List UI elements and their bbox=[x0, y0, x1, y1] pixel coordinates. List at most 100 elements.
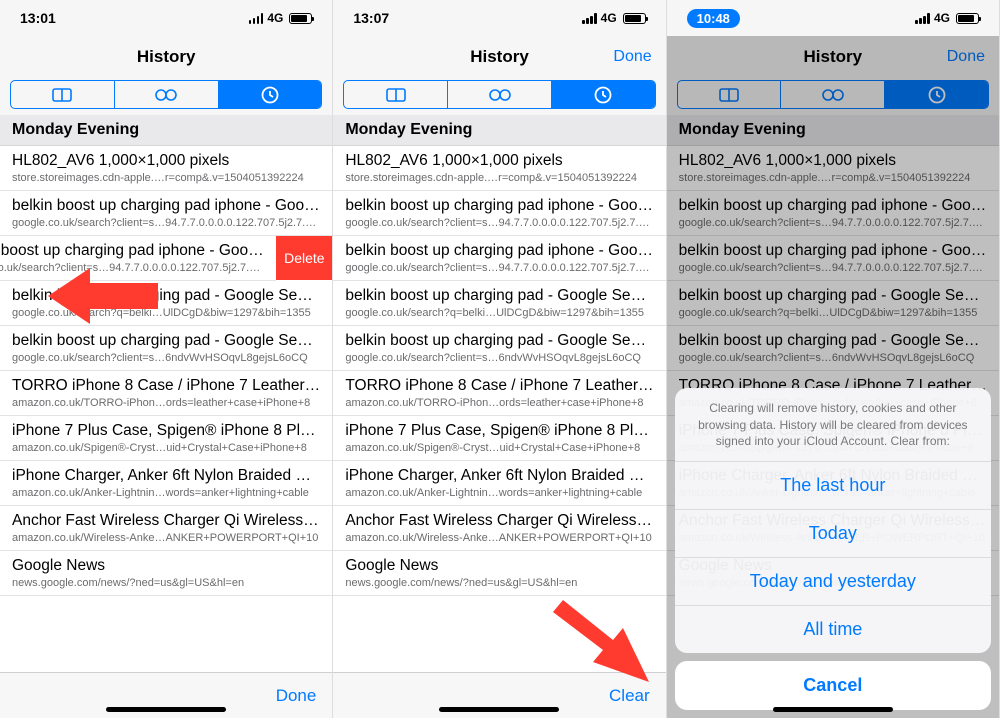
history-row[interactable]: Google Newsnews.google.com/news/?ned=us&… bbox=[333, 551, 665, 596]
history-row[interactable]: belkin boost up charging pad iphone - Go… bbox=[667, 191, 999, 236]
history-row[interactable]: belkin boost up charging pad - Google Se… bbox=[667, 326, 999, 371]
history-row-title: iPhone 7 Plus Case, Spigen® iPhone 8 Plu… bbox=[12, 422, 320, 440]
bookmarks-tab[interactable] bbox=[344, 81, 448, 108]
done-button[interactable]: Done bbox=[276, 686, 317, 706]
section-header: Monday Evening bbox=[0, 115, 332, 146]
history-row[interactable]: belkin boost up charging pad - Google Se… bbox=[333, 281, 665, 326]
delete-button[interactable]: Delete bbox=[276, 236, 332, 280]
history-row-url: amazon.co.uk/Spigen®-Cryst…uid+Crystal+C… bbox=[345, 442, 653, 454]
segmented-control[interactable] bbox=[677, 80, 989, 109]
history-row[interactable]: Anchor Fast Wireless Charger Qi Wireless… bbox=[0, 506, 332, 551]
status-bar: 10:48 4G bbox=[667, 0, 999, 36]
battery-icon bbox=[289, 13, 312, 24]
bookmarks-tab[interactable] bbox=[11, 81, 115, 108]
history-row-url: google.co.uk/search?client=s…6ndvWvHSOqv… bbox=[12, 352, 320, 364]
bookmarks-tab[interactable] bbox=[678, 81, 782, 108]
history-row-url: news.google.com/news/?ned=us&gl=US&hl=en bbox=[12, 577, 320, 589]
history-row-title: belkin boost up charging pad iphone - Go… bbox=[12, 197, 320, 215]
cancel-button[interactable]: Cancel bbox=[675, 661, 991, 710]
history-tab[interactable] bbox=[552, 81, 655, 108]
history-row-url: google.co.uk/search?client=s…94.7.7.0.0.… bbox=[12, 217, 320, 229]
history-row[interactable]: belkin boost up charging pad - Google Se… bbox=[667, 281, 999, 326]
history-row[interactable]: iPhone 7 Plus Case, Spigen® iPhone 8 Plu… bbox=[0, 416, 332, 461]
history-row-url: amazon.co.uk/Anker-Lightnin…words=anker+… bbox=[345, 487, 653, 499]
history-row-title: iPhone 7 Plus Case, Spigen® iPhone 8 Plu… bbox=[345, 422, 653, 440]
history-row[interactable]: iPhone 7 Plus Case, Spigen® iPhone 8 Plu… bbox=[333, 416, 665, 461]
history-row-title: Google News bbox=[12, 557, 320, 575]
status-bar: 13:01 4G bbox=[0, 0, 332, 36]
clear-history-sheet: Clearing will remove history, cookies an… bbox=[667, 380, 999, 718]
history-row[interactable]: iPhone Charger, Anker 6ft Nylon Braided … bbox=[0, 461, 332, 506]
clear-today-yesterday-button[interactable]: Today and yesterday bbox=[675, 558, 991, 606]
history-row[interactable]: Google News news.google.com/news/?ned=us&… bbox=[0, 551, 332, 596]
history-row-url: amazon.co.uk/TORRO-iPhon…ords=leather+ca… bbox=[345, 397, 653, 409]
history-row-title: Anchor Fast Wireless Charger Qi Wireless… bbox=[345, 512, 653, 530]
status-bar: 13:07 4G bbox=[333, 0, 665, 36]
history-row-url: google.co.uk/search?client=s…6ndvWvHSOqv… bbox=[679, 352, 987, 364]
signal-icon bbox=[915, 13, 930, 24]
history-row[interactable]: HL802_AV6 1,000×1,000 pixelsstore.storei… bbox=[333, 146, 665, 191]
history-tab[interactable] bbox=[219, 81, 322, 108]
history-row[interactable]: belkin boost up charging pad iphone - Go… bbox=[333, 236, 665, 281]
history-row-title: HL802_AV6 1,000×1,000 pixels bbox=[12, 152, 320, 170]
clear-last-hour-button[interactable]: The last hour bbox=[675, 462, 991, 510]
clear-today-button[interactable]: Today bbox=[675, 510, 991, 558]
history-row[interactable]: belkin boost up charging pad iphone - Go… bbox=[0, 236, 276, 281]
history-row-url: amazon.co.uk/TORRO-iPhon…ords=leather+ca… bbox=[12, 397, 320, 409]
history-row-url: amazon.co.uk/Wireless-Anke…ANKER+POWERPO… bbox=[345, 532, 653, 544]
history-row-url: google.co.uk/search?client=s…94.7.7.0.0.… bbox=[345, 217, 653, 229]
history-row-title: Anchor Fast Wireless Charger Qi Wireless… bbox=[12, 512, 320, 530]
history-row-url: store.storeimages.cdn-apple.…r=comp&.v=1… bbox=[679, 172, 987, 184]
history-row-url: google.co.uk/search?client=s…94.7.7.0.0.… bbox=[0, 262, 264, 274]
history-row[interactable]: belkin boost up charging pad iphone - Go… bbox=[0, 191, 332, 236]
history-row-title: belkin boost up charging pad - Google Se… bbox=[345, 332, 653, 350]
history-row-url: google.co.uk/search?q=belki…UlDCgD&biw=1… bbox=[679, 307, 987, 319]
history-row-url: amazon.co.uk/Anker-Lightnin…words=anker+… bbox=[12, 487, 320, 499]
history-row-title: belkin boost up charging pad iphone - Go… bbox=[679, 197, 987, 215]
history-row-url: store.storeimages.cdn-apple.…r=comp&.v=1… bbox=[12, 172, 320, 184]
status-time[interactable]: 10:48 bbox=[687, 9, 740, 28]
network-type: 4G bbox=[934, 11, 950, 25]
page-title: History bbox=[804, 47, 863, 67]
network-type: 4G bbox=[601, 11, 617, 25]
history-row[interactable]: belkin boost up charging pad - Google Se… bbox=[0, 326, 332, 371]
segmented-control[interactable] bbox=[10, 80, 322, 109]
history-row-title: belkin boost up charging pad - Google Se… bbox=[679, 332, 987, 350]
home-indicator[interactable] bbox=[773, 707, 893, 712]
history-row-title: belkin boost up charging pad - Google Se… bbox=[12, 287, 320, 305]
history-row[interactable]: Anchor Fast Wireless Charger Qi Wireless… bbox=[333, 506, 665, 551]
done-button[interactable]: Done bbox=[613, 48, 651, 66]
signal-icon bbox=[582, 13, 597, 24]
segmented-control[interactable] bbox=[343, 80, 655, 109]
history-row-title: belkin boost up charging pad iphone - Go… bbox=[0, 242, 264, 260]
readinglist-tab[interactable] bbox=[448, 81, 552, 108]
history-row[interactable]: TORRO iPhone 8 Case / iPhone 7 Leather…a… bbox=[0, 371, 332, 416]
history-row[interactable]: HL802_AV6 1,000×1,000 pixels store.storei… bbox=[0, 146, 332, 191]
history-row[interactable]: belkin boost up charging pad iphone - Go… bbox=[333, 191, 665, 236]
clear-button[interactable]: Clear bbox=[609, 686, 650, 706]
history-row-title: belkin boost up charging pad - Google Se… bbox=[679, 287, 987, 305]
clear-all-time-button[interactable]: All time bbox=[675, 606, 991, 653]
history-row[interactable]: belkin boost up charging pad iphone - Go… bbox=[667, 236, 999, 281]
nav-bar: History Done bbox=[667, 36, 999, 78]
history-row[interactable]: HL802_AV6 1,000×1,000 pixelsstore.storei… bbox=[667, 146, 999, 191]
history-row-url: google.co.uk/search?client=s…6ndvWvHSOqv… bbox=[345, 352, 653, 364]
history-row-url: store.storeimages.cdn-apple.…r=comp&.v=1… bbox=[345, 172, 653, 184]
history-row-url: amazon.co.uk/Wireless-Anke…ANKER+POWERPO… bbox=[12, 532, 320, 544]
history-row[interactable]: belkin boost up charging pad - Google Se… bbox=[333, 326, 665, 371]
home-indicator[interactable] bbox=[106, 707, 226, 712]
page-title: History bbox=[470, 47, 529, 67]
history-row[interactable]: belkin boost up charging pad - Google Se… bbox=[0, 281, 332, 326]
history-tab[interactable] bbox=[885, 81, 988, 108]
status-time: 13:07 bbox=[353, 10, 389, 26]
section-header: Monday Evening bbox=[667, 115, 999, 146]
history-row-title: iPhone Charger, Anker 6ft Nylon Braided … bbox=[345, 467, 653, 485]
home-indicator[interactable] bbox=[439, 707, 559, 712]
done-button[interactable]: Done bbox=[947, 48, 985, 66]
history-row[interactable]: iPhone Charger, Anker 6ft Nylon Braided … bbox=[333, 461, 665, 506]
history-list[interactable]: Monday Evening HL802_AV6 1,000×1,000 pix… bbox=[0, 115, 332, 672]
history-row[interactable]: TORRO iPhone 8 Case / iPhone 7 Leather…a… bbox=[333, 371, 665, 416]
readinglist-tab[interactable] bbox=[115, 81, 219, 108]
history-list[interactable]: Monday Evening HL802_AV6 1,000×1,000 pix… bbox=[333, 115, 665, 672]
readinglist-tab[interactable] bbox=[781, 81, 885, 108]
